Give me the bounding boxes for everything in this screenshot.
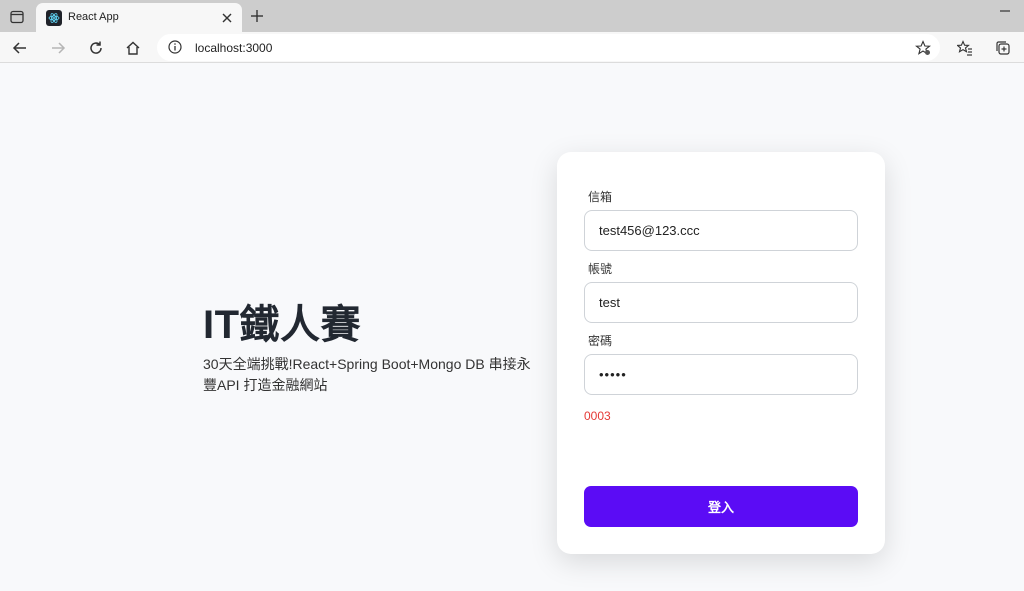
- browser-toolbar: localhost:3000: [0, 32, 1024, 63]
- account-field[interactable]: test: [584, 282, 858, 323]
- email-field[interactable]: test456@123.ccc: [584, 210, 858, 251]
- tab-title: React App: [68, 11, 119, 23]
- login-button[interactable]: 登入: [584, 486, 858, 527]
- password-field[interactable]: •••••: [584, 354, 858, 395]
- login-card: 信箱 test456@123.ccc 帳號 test 密碼 ••••• 0003…: [557, 152, 885, 554]
- back-arrow-icon[interactable]: [8, 36, 32, 60]
- error-message: 0003: [584, 409, 611, 423]
- hero-title: IT鐵人賽: [203, 303, 362, 347]
- forward-arrow-icon[interactable]: [46, 36, 70, 60]
- site-info-icon[interactable]: [167, 39, 183, 55]
- new-tab-plus-icon[interactable]: [247, 6, 267, 26]
- browser-tabstrip: React App: [0, 0, 1024, 32]
- tab-close-icon[interactable]: [218, 9, 236, 27]
- tab-actions-icon[interactable]: [6, 6, 28, 28]
- favorites-icon[interactable]: [953, 36, 977, 60]
- account-label: 帳號: [588, 262, 613, 276]
- reload-icon[interactable]: [84, 36, 108, 60]
- window-minimize-icon[interactable]: [998, 6, 1012, 20]
- browser-tab-active[interactable]: React App: [36, 3, 242, 32]
- email-label: 信箱: [588, 190, 613, 204]
- url-text: localhost:3000: [195, 41, 273, 55]
- password-label: 密碼: [588, 334, 613, 348]
- add-favorite-star-icon[interactable]: [914, 39, 932, 57]
- react-favicon-icon: [46, 10, 62, 26]
- hero-description: 30天全端挑戰!React+Spring Boot+Mongo DB 串接永豐A…: [203, 356, 531, 393]
- collections-icon[interactable]: [991, 36, 1015, 60]
- address-bar[interactable]: localhost:3000: [157, 34, 940, 61]
- home-icon[interactable]: [121, 36, 145, 60]
